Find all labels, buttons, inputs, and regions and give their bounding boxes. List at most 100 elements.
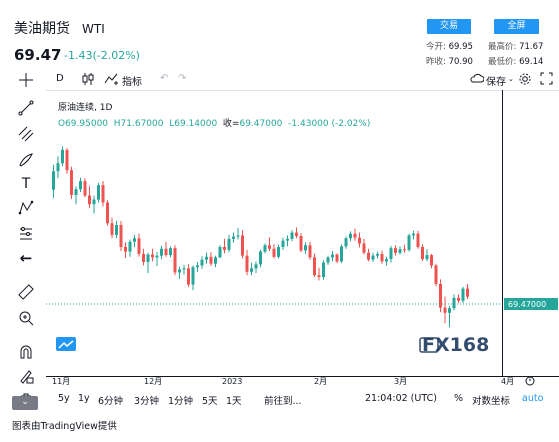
ruler-icon[interactable]: [18, 284, 34, 300]
candle: [461, 288, 465, 301]
candle: [70, 170, 73, 195]
candle: [317, 275, 321, 278]
interval-button[interactable]: D: [56, 73, 64, 84]
pattern-icon[interactable]: [18, 200, 34, 216]
candle: [308, 245, 312, 258]
data-window-icon[interactable]: [56, 337, 76, 351]
chart-toolbar: D 指标 ↶ ↷ 保存 ⌄: [46, 70, 559, 90]
bottom-toolbar: 5y 1y 6分钟 3分钟 1分钟 5天 1天 前往到... 21:04:02 …: [46, 391, 559, 409]
back-arrow-icon[interactable]: ←: [18, 250, 34, 266]
quote-prev-close: 昨收: 70.90: [426, 57, 473, 67]
time-tick-label: 3月: [394, 377, 407, 386]
candle: [452, 297, 456, 309]
candle: [65, 149, 69, 171]
candle: [376, 253, 379, 256]
last-price: 69.47: [14, 46, 62, 64]
candle: [286, 238, 289, 241]
fx168-watermark: FX168: [419, 334, 489, 356]
candle: [56, 163, 60, 172]
candle: [349, 233, 352, 239]
redo-icon[interactable]: ↷: [178, 73, 186, 84]
candle: [394, 248, 397, 253]
candle: [196, 265, 199, 268]
prediction-icon[interactable]: [18, 226, 34, 242]
candle: [155, 255, 159, 258]
candle: [443, 307, 447, 313]
range-1y[interactable]: 1y: [78, 393, 90, 404]
watermark-text: FX168: [422, 334, 489, 356]
candle: [416, 233, 420, 247]
indicators-button[interactable]: 指标: [122, 73, 142, 88]
undo-icon[interactable]: ↶: [160, 73, 168, 84]
indicators-icon[interactable]: [104, 72, 120, 89]
crosshair-icon[interactable]: [18, 72, 34, 88]
time-tick-label: 4月: [501, 377, 514, 386]
text-tool-icon[interactable]: T: [18, 176, 34, 192]
range-5d[interactable]: 5天: [202, 393, 218, 407]
lock-drawing-icon[interactable]: [18, 368, 34, 384]
goto-date-button[interactable]: 前往到...: [264, 393, 302, 407]
candle: [448, 308, 451, 313]
quote-low: 最低价: 69.14: [488, 57, 544, 67]
candle: [173, 248, 177, 273]
fullscreen-icon[interactable]: [540, 72, 553, 88]
candle: [119, 225, 123, 247]
candle: [223, 246, 226, 250]
instrument-name: 美油期货: [14, 21, 70, 37]
candle: [272, 248, 276, 257]
candle-style-icon[interactable]: [82, 72, 94, 89]
candle: [430, 255, 433, 266]
candle: [385, 259, 388, 262]
candle: [457, 297, 460, 301]
candle: [380, 253, 384, 262]
cloud-icon[interactable]: [470, 72, 485, 87]
settings-icon[interactable]: [518, 72, 532, 89]
magnet-icon[interactable]: [18, 344, 34, 360]
chart-legend-title: 原油连续, 1D: [58, 103, 113, 113]
candle: [52, 171, 55, 190]
candle: [74, 189, 78, 195]
candle: [362, 243, 366, 253]
candle: [425, 255, 429, 260]
candle: [245, 255, 249, 272]
candle: [115, 225, 118, 235]
trade-button[interactable]: 交易: [427, 19, 471, 34]
candle: [313, 257, 316, 276]
candle: [151, 254, 154, 258]
candle: [110, 223, 114, 235]
collapse-toolbar-button[interactable]: ⌄: [12, 396, 38, 410]
range-6min[interactable]: 6分钟: [98, 393, 123, 407]
fullscreen-button[interactable]: 全屏: [494, 19, 539, 34]
fib-tool-icon[interactable]: [18, 126, 34, 142]
range-1min[interactable]: 1分钟: [168, 393, 193, 407]
range-3min[interactable]: 3分钟: [134, 393, 159, 407]
goto-realtime-icon[interactable]: [525, 376, 535, 386]
candle: [97, 185, 100, 200]
zoom-in-icon[interactable]: [18, 310, 34, 326]
candle: [160, 248, 163, 256]
candle: [250, 268, 253, 272]
auto-scale-toggle[interactable]: auto: [522, 393, 543, 404]
candle: [281, 240, 285, 247]
brush-icon[interactable]: [18, 152, 34, 168]
instrument-code: WTI: [82, 22, 105, 36]
range-1d[interactable]: 1天: [226, 393, 242, 407]
candle: [241, 235, 244, 256]
candle: [106, 202, 109, 224]
candle: [367, 252, 370, 260]
candle: [389, 248, 393, 260]
percent-toggle[interactable]: %: [454, 393, 463, 404]
candle: [371, 255, 375, 260]
chevron-down-icon[interactable]: ⌄: [508, 75, 514, 83]
trend-line-icon[interactable]: [18, 100, 34, 116]
candle: [191, 267, 195, 285]
candle: [326, 257, 330, 263]
log-scale-toggle[interactable]: 对数坐标: [472, 393, 510, 407]
save-button[interactable]: 保存: [486, 73, 506, 88]
candlestick-chart[interactable]: FX168 69.47000 11月 12月 2023 2月 3月 4月: [46, 90, 559, 386]
range-5y[interactable]: 5y: [58, 393, 70, 404]
quote-open: 今开: 69.95: [426, 42, 473, 52]
legend-high: H71.67000: [113, 119, 164, 129]
candle: [79, 181, 82, 190]
price-chart[interactable]: FX168 69.47000 11月 12月 2023 2月 3月 4月 原油连续, 1D…: [46, 90, 559, 386]
